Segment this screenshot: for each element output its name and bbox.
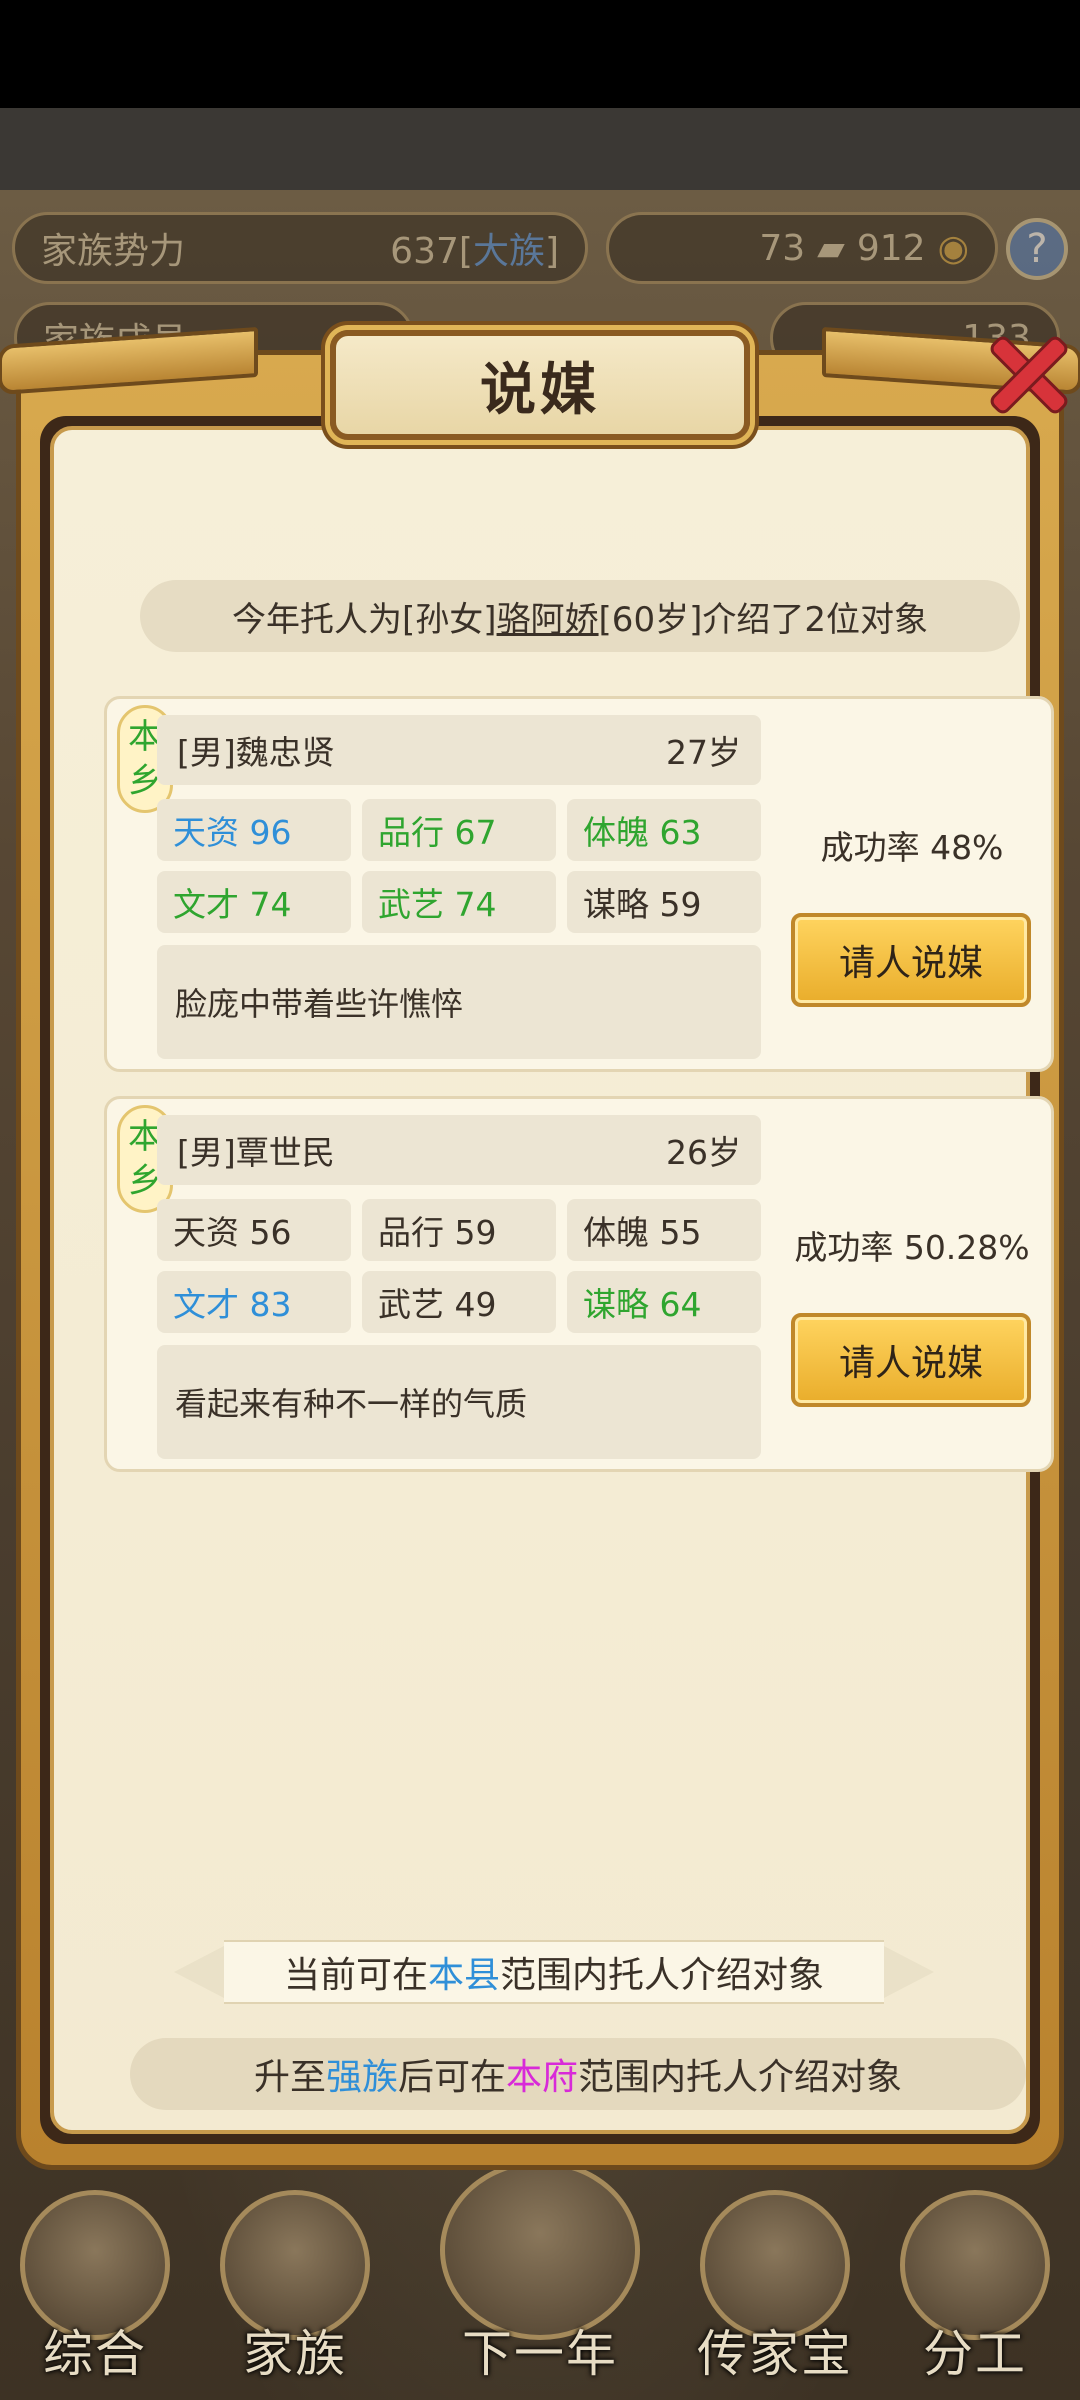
- clan-power-label: 家族势力: [41, 231, 186, 272]
- currency-a-value: 73: [759, 227, 806, 269]
- success-rate: 成功率 50.28%: [794, 1228, 1030, 1267]
- stat-literary: 文才 83: [157, 1271, 351, 1333]
- clan-power-bar[interactable]: 家族势力 637[大族]: [12, 212, 588, 284]
- nav-next-year[interactable]: 下一年: [420, 2160, 660, 2400]
- mountain-icon: [440, 2160, 640, 2340]
- bottom-nav: 综合 家族 下一年 传家宝 分工: [0, 2160, 1080, 2400]
- candidate-name: [男]覃世民: [177, 1133, 335, 1172]
- candidate-age: 26岁: [666, 1133, 741, 1172]
- stat-morality: 品行 59: [362, 1199, 556, 1261]
- ribbon-end-left: [174, 1946, 224, 1998]
- top-gray-band: [0, 108, 1080, 190]
- ribbon-end-right: [884, 1946, 934, 1998]
- upgrade-hint: 升至 强族 后可在 本府 范围内托人介绍对象: [130, 2038, 1026, 2110]
- stat-talent: 天资 56: [157, 1199, 351, 1261]
- nav-assign[interactable]: 分工: [880, 2180, 1070, 2400]
- matchmaking-modal: 今年托人为[孙女] 骆阿娇 [60岁]介绍了2位对象 本乡 [男]魏忠贤 27岁 天…: [0, 326, 1080, 2170]
- nav-heirloom-label: 传家宝: [697, 2325, 853, 2383]
- modal-body: 今年托人为[孙女] 骆阿娇 [60岁]介绍了2位对象 本乡 [男]魏忠贤 27岁 天…: [40, 416, 1054, 2144]
- request-matchmaker-button[interactable]: 请人说媒: [791, 913, 1031, 1007]
- currency-b-value: 912: [856, 227, 926, 269]
- stat-morality: 品行 67: [362, 799, 556, 861]
- currency-bar[interactable]: 73 ▰ 912 ◉: [606, 212, 998, 284]
- modal-title: 说媒: [480, 357, 600, 423]
- candidate-name: [男]魏忠贤: [177, 733, 335, 772]
- nav-family[interactable]: 家族: [200, 2180, 390, 2400]
- modal-paper: 今年托人为[孙女] 骆阿娇 [60岁]介绍了2位对象 本乡 [男]魏忠贤 27岁 天…: [50, 426, 1054, 2134]
- modal-title-plate: 说媒: [330, 330, 750, 440]
- upgrade-rank: 强族: [325, 2057, 398, 2098]
- request-matchmaker-button[interactable]: 请人说媒: [791, 1313, 1031, 1407]
- grandchild-name[interactable]: 骆阿娇: [497, 592, 599, 641]
- candidate-age: 27岁: [666, 733, 741, 772]
- stat-physique: 体魄 55: [567, 1199, 761, 1261]
- stat-physique: 体魄 63: [567, 799, 761, 861]
- stat-martial: 武艺 74: [362, 871, 556, 933]
- question-icon: ?: [1026, 226, 1048, 272]
- stat-literary: 文才 74: [157, 871, 351, 933]
- help-button[interactable]: ?: [1006, 218, 1068, 280]
- close-button[interactable]: [974, 320, 1080, 430]
- clan-power-value: 637[大族]: [390, 231, 559, 272]
- success-rate: 成功率 48%: [820, 828, 1004, 867]
- candidate-card: 本乡 [男]覃世民 26岁 天资 56 品行 59 体魄 55 文才 83 武艺…: [104, 1096, 1054, 1472]
- status-bar: [0, 0, 1080, 108]
- stat-martial: 武艺 49: [362, 1271, 556, 1333]
- intro-text: 今年托人为[孙女] 骆阿娇 [60岁]介绍了2位对象: [140, 580, 1020, 652]
- nav-overview[interactable]: 综合: [0, 2180, 190, 2400]
- stat-talent: 天资 96: [157, 799, 351, 861]
- candidate-name-row: [男]覃世民 26岁: [157, 1115, 761, 1185]
- candidate-description: 脸庞中带着些许憔悴: [157, 945, 761, 1059]
- candidate-name-row: [男]魏忠贤 27岁: [157, 715, 761, 785]
- stat-strategy: 谋略 59: [567, 871, 761, 933]
- upgrade-place: 本府: [506, 2057, 579, 2098]
- coin-icon: ◉: [937, 227, 969, 269]
- candidate-card: 本乡 [男]魏忠贤 27岁 天资 96 品行 67 体魄 63 文才 74 武艺…: [104, 696, 1054, 1072]
- range-info: 当前可在 本县 范围内托人介绍对象: [224, 1940, 884, 2004]
- nav-overview-label: 综合: [43, 2325, 147, 2383]
- range-place: 本县: [427, 1955, 500, 1996]
- nav-next-year-label: 下一年: [462, 2325, 618, 2383]
- candidate-description: 看起来有种不一样的气质: [157, 1345, 761, 1459]
- nav-family-label: 家族: [243, 2325, 347, 2383]
- book-icon: ▰: [817, 227, 845, 269]
- nav-heirloom[interactable]: 传家宝: [680, 2180, 870, 2400]
- stat-strategy: 谋略 64: [567, 1271, 761, 1333]
- nav-assign-label: 分工: [923, 2325, 1027, 2383]
